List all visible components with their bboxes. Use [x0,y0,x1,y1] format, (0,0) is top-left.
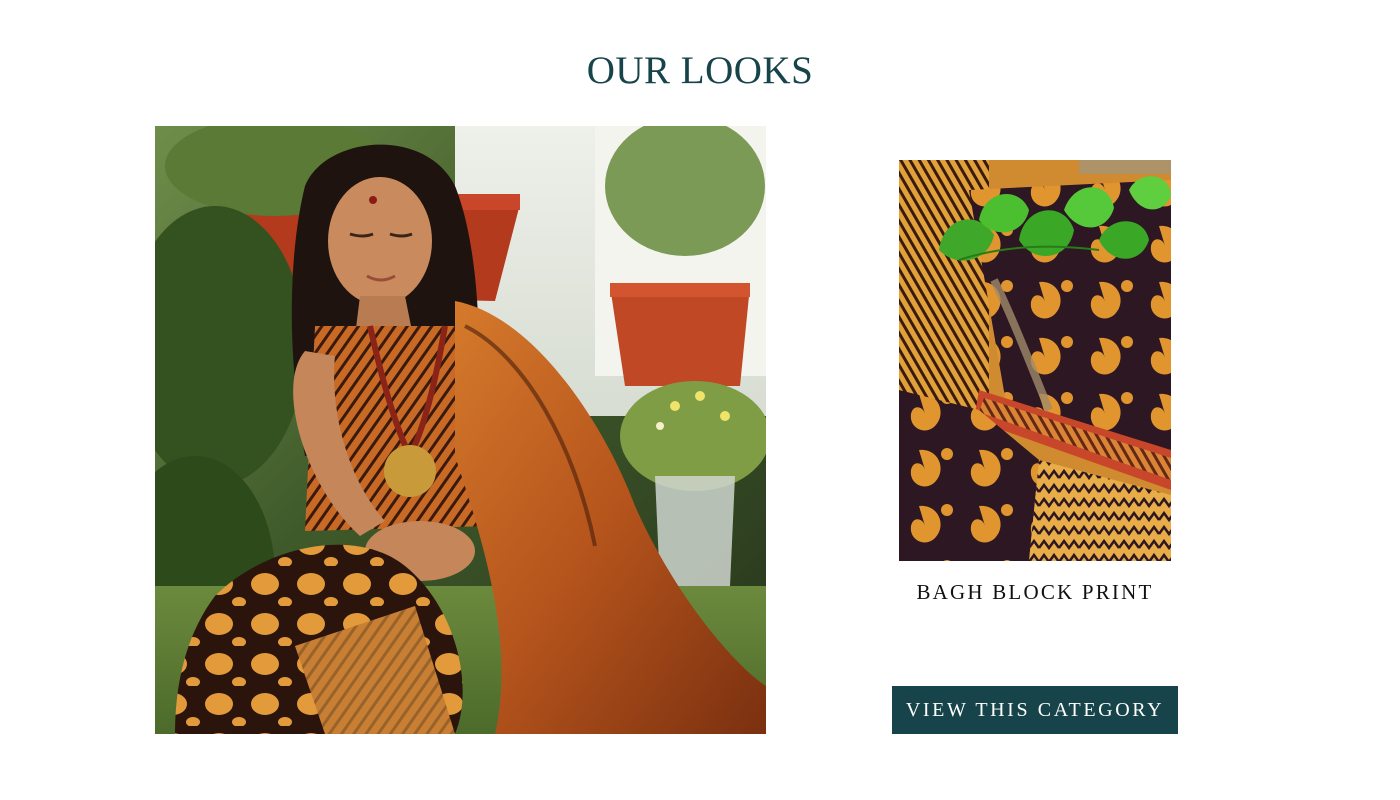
hero-photo[interactable] [155,126,766,734]
section-title: OUR LOOKS [586,49,814,92]
hero-photo-illustration [155,126,766,734]
product-caption[interactable]: BAGH BLOCK PRINT [840,580,1230,605]
product-photo-illustration [899,160,1171,561]
product-photo[interactable] [899,160,1171,561]
view-category-button[interactable]: VIEW THIS CATEGORY [892,686,1178,734]
